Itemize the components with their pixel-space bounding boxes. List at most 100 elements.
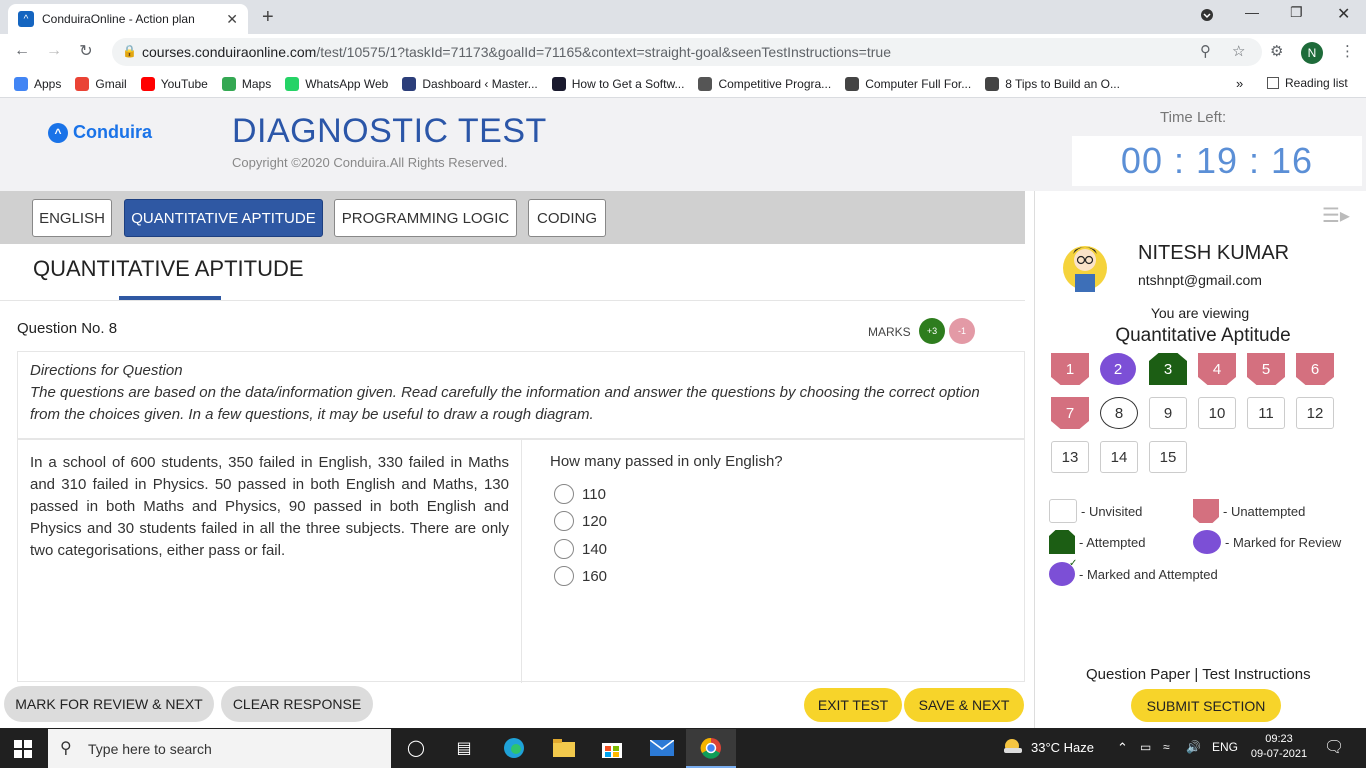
- restore-icon[interactable]: ❐: [1290, 4, 1303, 21]
- bookmark-favicon-icon: [14, 76, 28, 91]
- bookmark-favicon-icon: [698, 76, 713, 91]
- mark-for-review-button[interactable]: MARK FOR REVIEW & NEXT: [4, 686, 214, 722]
- bookmark-item[interactable]: Gmail: [75, 76, 127, 91]
- section-title: QUANTITATIVE APTITUDE: [33, 256, 304, 281]
- palette-question-button[interactable]: 1: [1051, 353, 1089, 385]
- close-tab-icon[interactable]: ✕: [226, 11, 238, 28]
- notifications-icon[interactable]: 🗨: [1324, 737, 1344, 757]
- option-radio[interactable]: [554, 539, 574, 559]
- wifi-icon[interactable]: ≈: [1163, 740, 1170, 754]
- option-radio[interactable]: [554, 566, 574, 586]
- option-4[interactable]: 160: [554, 566, 607, 586]
- windows-start-icon[interactable]: [14, 740, 32, 758]
- browser-tab[interactable]: ^ ConduiraOnline - Action plan ✕: [8, 4, 248, 34]
- tab-search-icon[interactable]: [1200, 8, 1214, 25]
- task-view-icon[interactable]: ▤: [451, 736, 477, 760]
- tray-chevron-icon[interactable]: ⌃: [1117, 740, 1128, 756]
- profile-avatar[interactable]: N: [1301, 42, 1323, 64]
- bookmark-item[interactable]: Computer Full For...: [845, 76, 971, 91]
- conduira-logo[interactable]: ^ Conduira: [48, 122, 152, 143]
- palette-question-button[interactable]: 11: [1247, 397, 1285, 429]
- bookmark-item[interactable]: WhatsApp Web: [285, 76, 388, 91]
- edge-icon[interactable]: [501, 736, 527, 760]
- chrome-icon[interactable]: [686, 729, 736, 768]
- file-explorer-icon[interactable]: [551, 736, 577, 760]
- bookmark-item[interactable]: 8 Tips to Build an O...: [985, 76, 1120, 91]
- back-icon[interactable]: ←: [6, 42, 38, 60]
- tab-quantitative-aptitude[interactable]: QUANTITATIVE APTITUDE: [124, 199, 323, 237]
- url-input[interactable]: 🔒 courses.conduiraonline.com/test/10575/…: [112, 38, 1262, 66]
- exit-test-button[interactable]: EXIT TEST: [804, 688, 902, 722]
- tab-coding[interactable]: CODING: [528, 199, 606, 237]
- palette-question-button[interactable]: 12: [1296, 397, 1334, 429]
- cortana-icon[interactable]: ◯: [403, 736, 429, 760]
- link-separator: |: [1194, 666, 1199, 683]
- palette-question-button[interactable]: 9: [1149, 397, 1187, 429]
- palette-question-button[interactable]: 2: [1100, 353, 1136, 385]
- palette-question-button[interactable]: 14: [1100, 441, 1138, 473]
- palette-question-button[interactable]: 7: [1051, 397, 1089, 429]
- tab-english[interactable]: ENGLISH: [32, 199, 112, 237]
- test-instructions-link[interactable]: Test Instructions: [1202, 666, 1310, 683]
- bookmark-item[interactable]: How to Get a Softw...: [551, 76, 684, 91]
- bookmark-favicon-icon: [845, 76, 860, 91]
- save-next-button[interactable]: SAVE & NEXT: [904, 688, 1024, 722]
- forward-icon[interactable]: →: [38, 42, 70, 60]
- option-radio[interactable]: [554, 484, 574, 504]
- volume-icon[interactable]: 🔊: [1186, 740, 1201, 754]
- palette-question-button[interactable]: 4: [1198, 353, 1236, 385]
- taskbar-search-input[interactable]: ⚲ Type here to search: [48, 729, 391, 768]
- search-placeholder: Type here to search: [88, 740, 212, 757]
- lock-icon: 🔒: [122, 44, 137, 58]
- url-host: courses.conduiraonline.com: [142, 44, 317, 60]
- weather-icon[interactable]: [1002, 738, 1024, 759]
- option-label: 140: [582, 540, 608, 558]
- marks-label: MARKS: [868, 325, 911, 339]
- bookmark-item[interactable]: Competitive Progra...: [698, 76, 831, 91]
- new-tab-icon[interactable]: +: [262, 6, 274, 29]
- mail-icon[interactable]: [649, 736, 675, 760]
- palette-question-button[interactable]: 10: [1198, 397, 1236, 429]
- bookmark-item[interactable]: Apps: [14, 76, 61, 91]
- option-3[interactable]: 140: [554, 539, 607, 559]
- option-radio[interactable]: [554, 511, 574, 531]
- tab-programming-logic[interactable]: PROGRAMMING LOGIC: [334, 199, 517, 237]
- system-clock[interactable]: 09:23 09-07-2021: [1248, 732, 1310, 762]
- reading-list-label: Reading list: [1285, 76, 1348, 90]
- palette-question-button[interactable]: 3: [1149, 353, 1187, 385]
- clear-response-button[interactable]: CLEAR RESPONSE: [221, 686, 373, 722]
- palette-question-button[interactable]: 15: [1149, 441, 1187, 473]
- option-label: 160: [582, 567, 608, 585]
- close-window-icon[interactable]: ✕: [1337, 4, 1350, 24]
- submit-section-button[interactable]: SUBMIT SECTION: [1131, 689, 1281, 722]
- zoom-icon[interactable]: ⚲: [1200, 42, 1211, 60]
- conduira-logo-icon: ^: [48, 122, 68, 143]
- collapse-panel-icon[interactable]: ☰▸: [1322, 203, 1350, 228]
- battery-icon[interactable]: ▭: [1140, 740, 1151, 754]
- bookmark-item[interactable]: Maps: [221, 76, 271, 91]
- bookmarks-more-icon[interactable]: »: [1236, 76, 1243, 91]
- option-2[interactable]: 120: [554, 511, 607, 531]
- palette-question-button[interactable]: 13: [1051, 441, 1089, 473]
- chrome-menu-icon[interactable]: ⋮: [1340, 42, 1355, 60]
- bookmark-star-icon[interactable]: ☆: [1232, 42, 1245, 60]
- bookmark-item[interactable]: YouTube: [140, 76, 208, 91]
- weather-text: 33°C Haze: [1031, 740, 1095, 755]
- bookmark-label: Gmail: [95, 76, 127, 91]
- bookmark-favicon-icon: [221, 76, 236, 91]
- footer-links: Question Paper | Test Instructions: [1086, 666, 1311, 683]
- legend-unvisited: - Unvisited: [1049, 499, 1142, 523]
- palette-question-button[interactable]: 5: [1247, 353, 1285, 385]
- palette-question-button[interactable]: 8: [1100, 397, 1138, 429]
- option-1[interactable]: 110: [554, 484, 606, 504]
- unvisited-swatch: [1049, 499, 1077, 523]
- question-paper-link[interactable]: Question Paper: [1086, 666, 1190, 683]
- minimize-icon[interactable]: —: [1245, 4, 1259, 20]
- reading-list-button[interactable]: Reading list: [1267, 76, 1348, 90]
- palette-question-button[interactable]: 6: [1296, 353, 1334, 385]
- language-indicator[interactable]: ENG: [1212, 740, 1238, 754]
- store-icon[interactable]: [599, 736, 625, 760]
- bookmark-item[interactable]: Dashboard ‹ Master...: [402, 76, 538, 91]
- reload-icon[interactable]: ↻: [70, 41, 102, 61]
- extensions-icon[interactable]: ⚙: [1270, 42, 1283, 60]
